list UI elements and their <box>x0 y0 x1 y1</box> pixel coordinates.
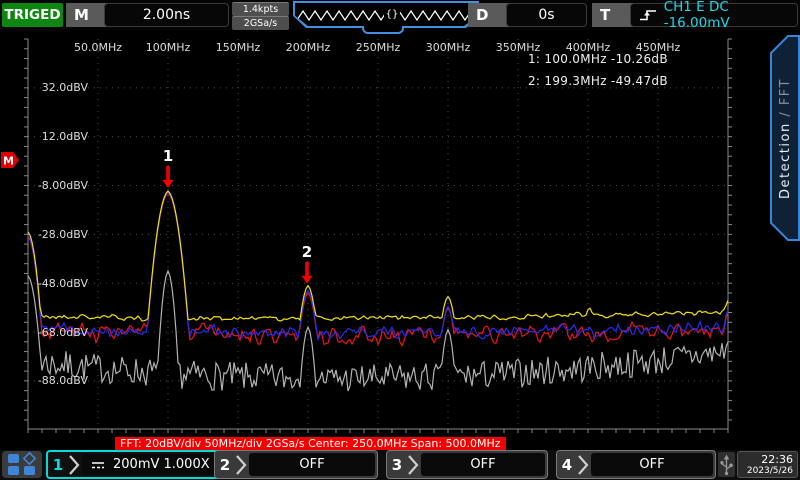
bottom-channel-bar: 1 200mV 1.000X 2 OFF 3 OFF <box>0 450 800 480</box>
channel1-number: 1 <box>48 456 68 474</box>
channel1-button[interactable]: 1 200mV 1.000X <box>46 450 223 479</box>
ref-level-marker[interactable]: M <box>1 152 19 168</box>
channel2-state: OFF <box>249 453 375 476</box>
channel1-setting: 200mV 1.000X <box>113 457 210 472</box>
channel3-number: 3 <box>387 456 407 474</box>
timebase-value[interactable]: 2.00ns <box>104 3 229 27</box>
clock: 22:36 2023/5/26 <box>737 451 798 478</box>
date-value: 2023/5/26 <box>738 466 793 477</box>
channel3-state: OFF <box>421 453 545 476</box>
waveform-preview-strip[interactable]: {} <box>293 1 479 28</box>
menu-tab-detection-fft[interactable]: Detection / FFT <box>770 35 800 241</box>
memory-depth-badge: 1.4kpts <box>232 2 289 16</box>
waveform-preview-window: {} <box>295 3 477 26</box>
channel4-button[interactable]: 4 OFF <box>556 450 716 479</box>
peak-markers[interactable]: 12 <box>163 147 313 284</box>
ref-marker-label: M <box>3 155 14 168</box>
peak-marker-arrowhead <box>302 276 313 284</box>
chevron-right-icon <box>407 454 419 476</box>
trigger-source: CH1 E DC -16.00mV <box>664 0 797 31</box>
menu-tab-label-main: Detection <box>778 122 793 199</box>
tiles-menu-icon <box>2 451 42 478</box>
channel3-button[interactable]: 3 OFF <box>386 450 548 479</box>
channel4-state: OFF <box>591 453 713 476</box>
graticule <box>24 39 732 433</box>
marker2-readout: 2: 199.3MHz -49.47dB <box>528 74 668 88</box>
sample-rate-badge: 2GSa/s <box>232 16 289 30</box>
time-value: 22:36 <box>738 453 793 466</box>
menu-tab-label-sub: / FFT <box>778 78 793 122</box>
dc-coupling-icon <box>90 459 106 471</box>
display-menu-button[interactable] <box>2 451 42 478</box>
usb-icon <box>720 454 733 476</box>
chevron-right-icon <box>577 454 589 476</box>
channel2-button[interactable]: 2 OFF <box>214 450 378 479</box>
channel2-number: 2 <box>215 456 235 474</box>
peak-marker-number: 2 <box>302 243 312 261</box>
marker1-readout: 1: 100.0MHz -10.26dB <box>528 52 668 66</box>
trigger-status-badge: TRIGED <box>2 3 63 27</box>
chevron-right-icon <box>235 454 247 476</box>
fft-settings-bar: FFT: 20dBV/div 50MHz/div 2GSa/s Center: … <box>115 437 506 450</box>
oscilloscope-screen: M12 50.0MHz100MHz150MHz200MHz250MHz300MH… <box>0 0 800 480</box>
delay-value[interactable]: 0s <box>506 3 587 27</box>
peak-marker-arrowhead <box>163 180 174 188</box>
trigger-settings[interactable]: CH1 E DC -16.00mV <box>630 3 798 27</box>
chevron-right-icon <box>68 454 80 476</box>
channel4-number: 4 <box>557 456 577 474</box>
fft-spectrum-plot: M12 <box>0 0 800 480</box>
menu-tab-label: Detection / FFT <box>770 35 800 241</box>
trace-red <box>28 193 728 345</box>
trace-blue <box>28 192 728 339</box>
top-status-bar: TRIGED M 2.00ns 1.4kpts 2GSa/s {} D 0s T… <box>0 0 800 30</box>
trigger-position-marker[interactable]: {} <box>384 7 400 22</box>
peak-marker-number: 1 <box>163 147 173 165</box>
rising-edge-icon <box>639 8 658 22</box>
usb-status <box>718 452 735 477</box>
waveform-preview-handle[interactable] <box>362 26 404 34</box>
